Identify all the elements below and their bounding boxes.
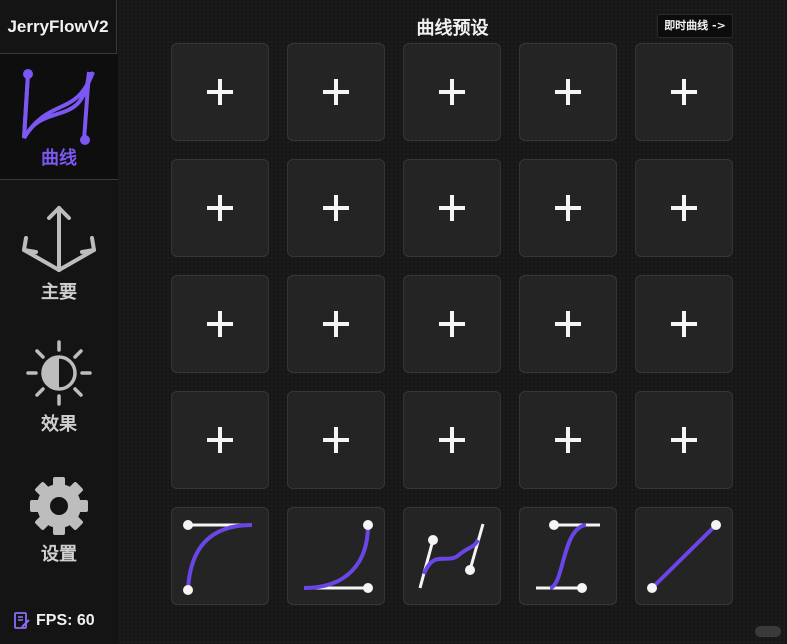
sidebar: JerryFlowV2 曲线 主要 效果 设置 FPS: 60 <box>0 0 118 644</box>
preset-slot-empty[interactable] <box>635 159 733 257</box>
fps-label: FPS: 60 <box>36 612 95 629</box>
curve-icon <box>22 69 95 145</box>
preset-slot-empty[interactable] <box>403 159 501 257</box>
preset-ease-in-out[interactable] <box>519 507 617 605</box>
plus-icon <box>439 195 465 221</box>
plus-icon <box>323 427 349 453</box>
ease-out-icon <box>183 520 253 595</box>
ease-in-icon <box>303 520 373 593</box>
plus-icon <box>439 427 465 453</box>
preset-ease-in[interactable] <box>287 507 385 605</box>
fps-indicator: FPS: 60 <box>14 612 95 630</box>
preset-linear[interactable] <box>635 507 733 605</box>
brand-title: JerryFlowV2 <box>0 0 117 54</box>
preset-slot-empty[interactable] <box>519 159 617 257</box>
sidebar-item-curve[interactable]: 曲线 <box>0 54 118 180</box>
plus-icon <box>323 195 349 221</box>
preset-slot-empty[interactable] <box>635 275 733 373</box>
preset-slot-empty[interactable] <box>403 275 501 373</box>
sidebar-item-label: 曲线 <box>41 148 77 169</box>
plus-icon <box>439 311 465 337</box>
bezier-s-icon <box>418 523 485 589</box>
preset-slot-empty[interactable] <box>519 43 617 141</box>
ease-in-out-icon <box>536 520 600 593</box>
sidebar-item-label: 设置 <box>41 544 77 565</box>
sidebar-item-effects[interactable]: 效果 <box>0 338 118 438</box>
preset-bezier-s[interactable] <box>403 507 501 605</box>
preset-slot-empty[interactable] <box>287 275 385 373</box>
preset-slot-empty[interactable] <box>287 43 385 141</box>
plus-icon <box>207 195 233 221</box>
plus-icon <box>555 79 581 105</box>
preset-slot-empty[interactable] <box>171 43 269 141</box>
plus-icon <box>555 195 581 221</box>
sidebar-item-main[interactable]: 主要 <box>0 200 118 310</box>
plus-icon <box>671 79 697 105</box>
plus-icon <box>323 311 349 337</box>
main-panel: 曲线预设 即时曲线 -> <box>118 0 787 644</box>
preset-slot-empty[interactable] <box>287 159 385 257</box>
sidebar-item-label: 主要 <box>41 282 77 303</box>
plus-icon <box>555 311 581 337</box>
preset-slot-empty[interactable] <box>171 275 269 373</box>
plus-icon <box>555 427 581 453</box>
plus-icon <box>207 311 233 337</box>
preset-slot-empty[interactable] <box>635 391 733 489</box>
plus-icon <box>323 79 349 105</box>
preset-slot-empty[interactable] <box>635 43 733 141</box>
preset-ease-out[interactable] <box>171 507 269 605</box>
realtime-curve-button[interactable]: 即时曲线 -> <box>657 14 733 38</box>
app-window: JerryFlowV2 曲线 主要 效果 设置 FPS: 60 曲线预设 即时曲… <box>0 0 787 644</box>
preset-slot-empty[interactable] <box>403 43 501 141</box>
linear-icon <box>647 520 721 593</box>
plus-icon <box>207 79 233 105</box>
sidebar-item-settings[interactable]: 设置 <box>0 474 118 574</box>
preset-slot-empty[interactable] <box>519 275 617 373</box>
preset-slot-empty[interactable] <box>287 391 385 489</box>
preset-slot-empty[interactable] <box>403 391 501 489</box>
plus-icon <box>439 79 465 105</box>
sidebar-item-label: 效果 <box>41 414 77 435</box>
plus-icon <box>671 195 697 221</box>
brightness-icon <box>26 340 92 406</box>
watermark-badge <box>755 626 781 637</box>
preset-slot-empty[interactable] <box>171 391 269 489</box>
preset-slot-empty[interactable] <box>171 159 269 257</box>
plus-icon <box>207 427 233 453</box>
document-edit-icon <box>14 612 30 629</box>
preset-slot-empty[interactable] <box>519 391 617 489</box>
gear-icon <box>30 477 88 535</box>
plus-icon <box>671 427 697 453</box>
axes-arrows-icon <box>22 206 96 272</box>
plus-icon <box>671 311 697 337</box>
